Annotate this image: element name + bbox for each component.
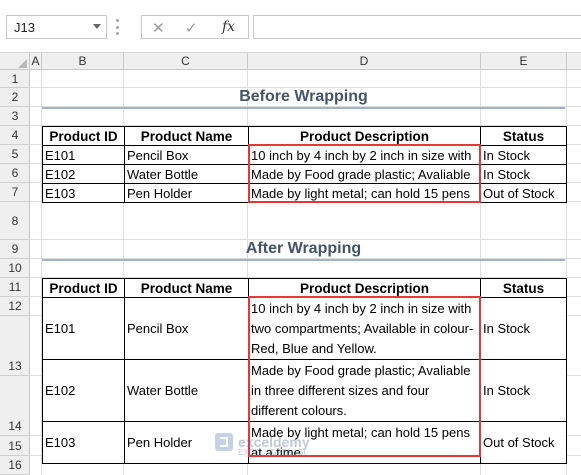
table-header-row: Product ID Product Name Product Descript… <box>42 126 567 146</box>
before-title-underline <box>42 107 565 109</box>
cell-product-id[interactable]: E101 <box>42 297 125 360</box>
cell-product-id[interactable]: E101 <box>42 145 125 165</box>
row-header[interactable]: 16 <box>0 456 30 475</box>
header-status[interactable]: Status <box>480 126 567 146</box>
highlight-box-before <box>248 144 481 203</box>
exceldemy-logo-icon <box>215 433 233 451</box>
name-box-dropdown-icon[interactable] <box>93 24 101 29</box>
row-header[interactable]: 2 <box>0 88 30 107</box>
header-product-id[interactable]: Product ID <box>42 126 125 146</box>
row-header[interactable]: 7 <box>0 183 30 202</box>
worksheet-grid[interactable]: Before Wrapping Product ID Product Name … <box>30 70 581 475</box>
cell-product-id[interactable]: E103 <box>42 421 125 464</box>
cell-product-id[interactable]: E102 <box>42 164 125 184</box>
cell-status[interactable]: In Stock <box>480 359 567 422</box>
column-header-d[interactable]: D <box>248 53 481 70</box>
row-header-bar: 1 2 3 4 5 6 7 8 9 10 11 12 13 14 15 16 <box>0 70 30 475</box>
column-header-b[interactable]: B <box>42 53 124 70</box>
before-wrapping-title: Before Wrapping <box>239 88 368 105</box>
cell-product-name[interactable]: Pen Holder <box>124 183 249 203</box>
column-header-a[interactable]: A <box>30 53 42 70</box>
cell-status[interactable]: In Stock <box>480 145 567 165</box>
row-header[interactable]: 6 <box>0 164 30 183</box>
row-header[interactable]: 8 <box>0 202 30 240</box>
row-header[interactable]: 10 <box>0 259 30 278</box>
cell-product-id[interactable]: E102 <box>42 359 125 422</box>
cell-product-name[interactable]: Pencil Box <box>124 297 249 360</box>
name-box[interactable]: J13 <box>6 15 107 39</box>
header-product-name[interactable]: Product Name <box>124 126 249 146</box>
row-header[interactable]: 5 <box>0 145 30 164</box>
cell-status[interactable]: Out of Stock <box>480 183 567 203</box>
name-box-value: J13 <box>14 20 35 35</box>
select-all-button[interactable] <box>0 53 30 70</box>
cell-status[interactable]: In Stock <box>480 164 567 184</box>
watermark: exceldemy EXCEL · DATA · BI <box>215 430 310 457</box>
cell-status[interactable]: In Stock <box>480 297 567 360</box>
row-header[interactable]: 9 <box>0 240 30 259</box>
enter-icon[interactable]: ✓ <box>185 19 198 37</box>
insert-function-icon[interactable]: fx <box>222 19 235 35</box>
formula-buttons: ✕ ✓ fx <box>141 15 249 39</box>
row-header[interactable]: 3 <box>0 107 30 126</box>
row-header[interactable]: 4 <box>0 126 30 145</box>
column-header-e[interactable]: E <box>481 53 567 70</box>
header-product-description[interactable]: Product Description <box>248 278 481 298</box>
formula-input[interactable] <box>253 15 581 39</box>
header-product-name[interactable]: Product Name <box>124 278 249 298</box>
row-header[interactable]: 13 <box>0 316 30 376</box>
excel-window: J13 ✕ ✓ fx A B C D E 1 2 3 4 5 6 7 8 9 1… <box>0 0 581 475</box>
column-header-c[interactable]: C <box>124 53 248 70</box>
after-wrapping-title: After Wrapping <box>245 240 362 257</box>
cell-product-id[interactable]: E103 <box>42 183 125 203</box>
header-status[interactable]: Status <box>480 278 567 298</box>
cancel-icon[interactable]: ✕ <box>152 19 165 37</box>
cell-product-name[interactable]: Water Bottle <box>124 359 249 422</box>
watermark-subtext: EXCEL · DATA · BI <box>238 448 306 457</box>
cell-status[interactable]: Out of Stock <box>480 421 567 464</box>
row-header[interactable]: 15 <box>0 436 30 456</box>
row-header[interactable]: 1 <box>0 70 30 88</box>
row-header[interactable]: 12 <box>0 297 30 316</box>
header-product-id[interactable]: Product ID <box>42 278 125 298</box>
drag-handle-icon[interactable] <box>116 19 119 35</box>
column-header-bar: A B C D E <box>0 53 581 70</box>
header-product-description[interactable]: Product Description <box>248 126 481 146</box>
row-header[interactable]: 14 <box>0 376 30 436</box>
after-title-underline <box>42 259 565 261</box>
table-header-row: Product ID Product Name Product Descript… <box>42 278 567 298</box>
row-header[interactable]: 11 <box>0 278 30 297</box>
formula-bar: J13 ✕ ✓ fx <box>0 0 581 53</box>
cell-product-name[interactable]: Water Bottle <box>124 164 249 184</box>
cell-product-name[interactable]: Pencil Box <box>124 145 249 165</box>
